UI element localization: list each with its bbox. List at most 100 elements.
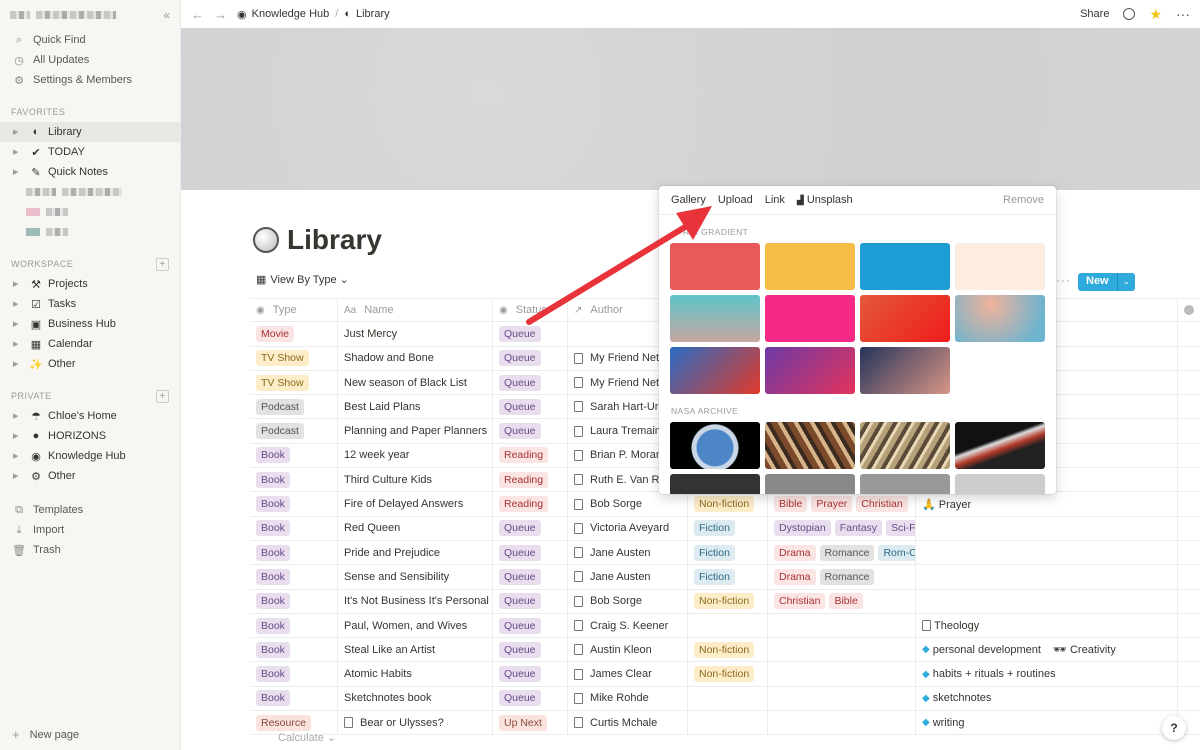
type-cell[interactable]: Book <box>250 565 338 589</box>
sidebar-page-horizons[interactable]: ▶ ● HORIZONS <box>0 426 180 446</box>
tags-cell[interactable] <box>768 711 916 735</box>
back-arrow-icon[interactable]: ← <box>191 7 204 22</box>
name-cell[interactable]: Third Culture Kids <box>338 468 493 492</box>
cover-swatch-teal-gradient[interactable] <box>670 295 760 342</box>
author-cell[interactable]: Bob Sorge <box>568 589 688 613</box>
cover-swatch-navy-gradient[interactable] <box>860 347 950 394</box>
status-cell[interactable]: Queue <box>493 322 568 346</box>
sidebar-page-projects[interactable]: ▶ ⚒ Projects <box>0 274 180 294</box>
type-cell[interactable]: Book <box>250 686 338 711</box>
nasa-earth-image[interactable] <box>670 422 760 469</box>
name-cell[interactable]: Red Queen <box>338 516 493 540</box>
tag[interactable]: Rom-Co <box>878 544 915 561</box>
status-tag[interactable]: Queue <box>499 568 541 585</box>
topics-cell[interactable]: ◆ habits + rituals + routines <box>916 662 1178 686</box>
author-cell[interactable]: Austin Kleon <box>568 638 688 662</box>
status-cell[interactable]: Queue <box>493 346 568 370</box>
type-tag[interactable]: Podcast <box>256 398 304 415</box>
status-cell[interactable]: Reading <box>493 468 568 492</box>
type-cell[interactable]: Book <box>250 443 338 468</box>
view-options-icon[interactable]: ··· <box>1056 273 1071 287</box>
tags-cell[interactable]: DramaRomanceRom-Co <box>768 540 916 565</box>
status-cell[interactable]: Queue <box>493 540 568 565</box>
type-tag[interactable]: Book <box>256 617 290 634</box>
genre-cell[interactable] <box>688 613 768 638</box>
type-cell[interactable]: TV Show <box>250 346 338 370</box>
status-cell[interactable]: Queue <box>493 370 568 395</box>
status-tag[interactable]: Queue <box>499 666 541 683</box>
type-cell[interactable]: Book <box>250 468 338 492</box>
table-row[interactable]: Book Red Queen Queue Victoria Aveyard Fictio… <box>250 516 1200 541</box>
genre-cell[interactable] <box>688 686 768 711</box>
expand-triangle-icon[interactable]: ▶ <box>13 452 23 460</box>
tag[interactable]: Christian <box>856 496 908 513</box>
status-tag[interactable]: Queue <box>499 423 541 440</box>
tags-cell[interactable] <box>768 686 916 711</box>
cover-swatch-pink[interactable] <box>765 295 855 342</box>
expand-triangle-icon[interactable]: ▶ <box>13 320 23 328</box>
topics-cell[interactable]: ◆ writing <box>916 711 1178 735</box>
topics-cell[interactable] <box>916 516 1178 540</box>
cover-swatch-yellow[interactable] <box>765 243 855 290</box>
tag[interactable]: Christian <box>774 593 826 610</box>
page-title[interactable]: Library <box>253 224 382 256</box>
add-column-icon[interactable] <box>1178 299 1200 321</box>
sidebar-item-quick-find[interactable]: ⌕ Quick Find <box>0 30 180 50</box>
tab-unsplash[interactable]: ▟ Unsplash <box>797 194 853 206</box>
add-page-icon[interactable]: + <box>156 257 169 271</box>
table-row[interactable]: Book Atomic Habits Queue James Clear Non-fic… <box>250 662 1200 687</box>
genre-cell[interactable]: Non-fiction <box>688 662 768 686</box>
topic-link[interactable]: writing <box>933 717 965 729</box>
tags-cell[interactable]: Drama Romance <box>768 565 916 589</box>
genre-cell[interactable]: Non-fiction <box>688 638 768 662</box>
view-selector[interactable]: ▦ View By Type ⌄ <box>256 273 349 287</box>
type-cell[interactable]: Book <box>250 516 338 540</box>
type-tag[interactable]: Book <box>256 496 290 513</box>
tag[interactable]: Drama <box>774 544 816 561</box>
table-row[interactable]: Book Fire of Delayed Answers Reading Bob So… <box>250 492 1200 517</box>
name-cell[interactable]: Atomic Habits <box>338 662 493 686</box>
type-tag[interactable]: Book <box>256 666 290 683</box>
tag[interactable]: Bible <box>774 496 808 513</box>
topics-cell[interactable]: ◆ personal development 🕶 Creativity <box>916 638 1178 662</box>
sidebar-page-other[interactable]: ▶ ✨ Other <box>0 354 180 374</box>
type-cell[interactable]: Book <box>250 589 338 613</box>
genre-cell[interactable]: Fiction <box>688 565 768 589</box>
author-cell[interactable]: Bob Sorge <box>568 492 688 516</box>
topics-cell[interactable]: Theology <box>916 613 1178 638</box>
table-row[interactable]: Book Sketchnotes book Queue Mike Rohde ◆ sket… <box>250 686 1200 712</box>
type-tag[interactable]: Book <box>256 520 290 537</box>
type-cell[interactable]: Movie <box>250 322 338 346</box>
status-cell[interactable]: Queue <box>493 662 568 686</box>
status-cell[interactable]: Queue <box>493 686 568 711</box>
tags-cell[interactable]: Christian Bible <box>768 589 916 613</box>
genre-cell[interactable] <box>688 711 768 735</box>
sidebar-page-library[interactable]: ▶ ◐ Library <box>0 122 180 142</box>
genre-tag[interactable]: Fiction <box>694 568 735 585</box>
tags-cell[interactable] <box>768 638 916 662</box>
tag[interactable]: Sci-Fi <box>886 520 915 537</box>
status-cell[interactable]: Queue <box>493 516 568 540</box>
nasa-image[interactable] <box>860 474 950 494</box>
topics-cell[interactable]: ◆ sketchnotes <box>916 686 1178 711</box>
name-cell[interactable]: 12 week year <box>338 443 493 468</box>
status-cell[interactable]: Queue <box>493 613 568 638</box>
status-tag[interactable]: Up Next <box>499 714 547 731</box>
status-cell[interactable]: Queue <box>493 589 568 613</box>
status-tag[interactable]: Queue <box>499 520 541 537</box>
sidebar-page-tasks[interactable]: ▶ ☑ Tasks <box>0 294 180 314</box>
tab-gallery[interactable]: Gallery <box>671 194 706 206</box>
cover-swatch-red[interactable] <box>670 243 760 290</box>
status-cell[interactable]: Queue <box>493 638 568 662</box>
genre-cell[interactable]: Non-fiction <box>688 492 768 516</box>
topics-cell[interactable] <box>916 589 1178 613</box>
nasa-image[interactable] <box>670 474 760 494</box>
author-cell[interactable]: Craig S. Keener <box>568 613 688 638</box>
nasa-spacecraft-image[interactable] <box>765 422 855 469</box>
nasa-image[interactable] <box>955 474 1045 494</box>
type-cell[interactable]: TV Show <box>250 370 338 395</box>
expand-triangle-icon[interactable]: ▶ <box>13 168 23 176</box>
tab-upload[interactable]: Upload <box>718 194 753 206</box>
status-tag[interactable]: Queue <box>499 617 541 634</box>
share-button[interactable]: Share <box>1080 8 1109 20</box>
